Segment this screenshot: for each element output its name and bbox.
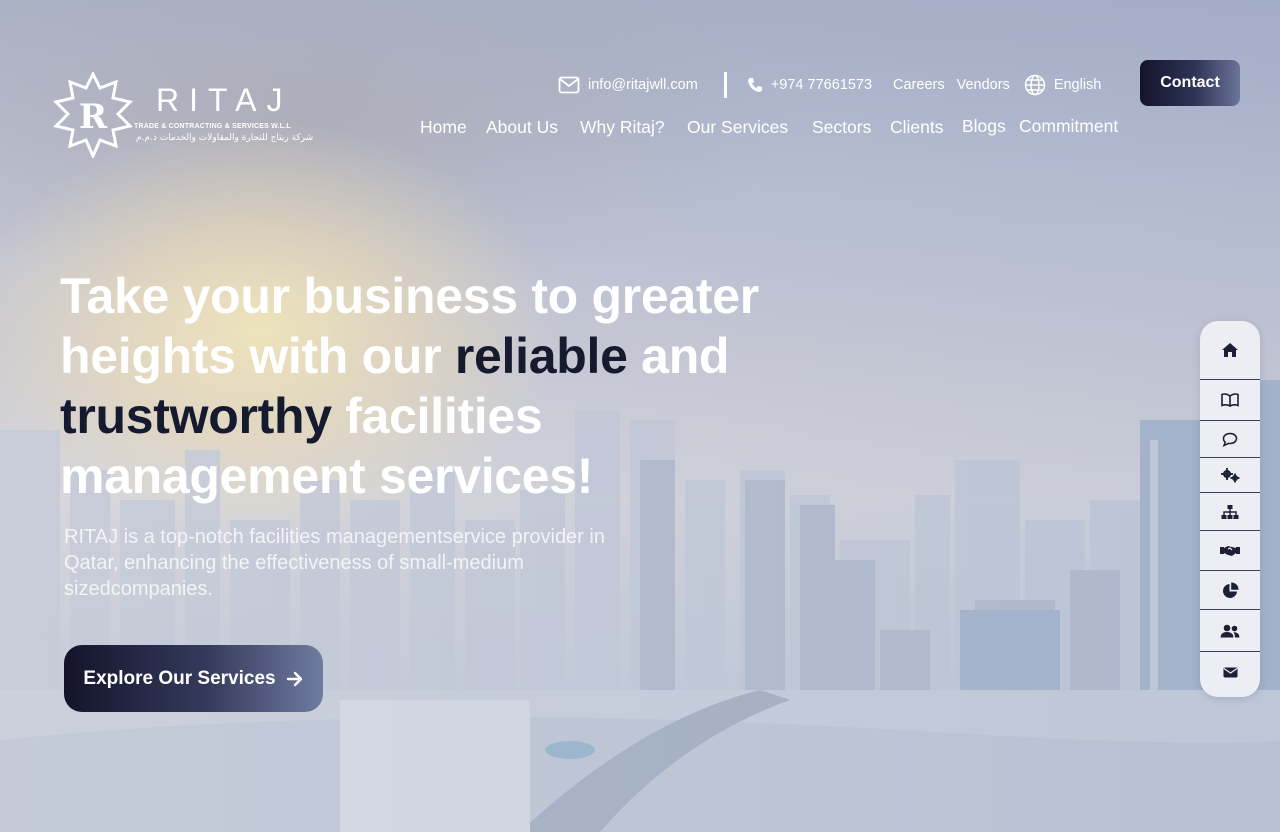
logo-wordmark: RITAJ [156, 82, 293, 118]
hero-line-1: Take your business to greater [60, 268, 759, 324]
explore-services-label: Explore Our Services [83, 667, 276, 689]
quick-nav-rail [1200, 321, 1260, 697]
contact-button[interactable]: Contact [1140, 60, 1240, 106]
email-text: info@ritajwll.com [588, 77, 698, 93]
nav-our-services[interactable]: Our Services [687, 117, 788, 138]
hero-line-2c: and [627, 328, 730, 384]
envelope-icon [1223, 667, 1237, 677]
topbar-divider [723, 72, 727, 98]
hero-highlight-trustworthy: trustworthy [60, 388, 332, 444]
logo-tagline-arabic: شركة ريتاج للتجارة والمقاولات والخدمات ذ… [136, 133, 314, 143]
ritaj-logo[interactable]: R RITAJ TRADE & CONTRACTING & SERVICES W… [50, 72, 330, 158]
nav-why-ritaj[interactable]: Why Ritaj? [580, 117, 665, 138]
rail-blogs-button[interactable] [1200, 571, 1260, 609]
rail-services-button[interactable] [1200, 458, 1260, 492]
rail-sectors-button[interactable] [1200, 493, 1260, 530]
top-contact-bar: info@ritajwll.com +974 77661573 Careers … [558, 70, 1101, 100]
phone-link[interactable]: +974 77661573 [747, 77, 872, 93]
book-icon [1221, 393, 1239, 407]
nav-clients[interactable]: Clients [890, 117, 944, 138]
chat-icon [1222, 432, 1238, 447]
hero-line-2a: heights with our [60, 328, 455, 384]
arrow-right-icon [286, 671, 302, 686]
globe-icon [1024, 74, 1046, 96]
nav-commitment[interactable]: Commitment [1019, 116, 1118, 137]
sitemap-icon [1221, 504, 1239, 519]
pie-chart-icon [1222, 581, 1239, 598]
nav-sectors[interactable]: Sectors [812, 117, 871, 138]
rail-why-button[interactable] [1200, 421, 1260, 457]
gears-icon [1221, 468, 1240, 483]
hero-highlight-reliable: reliable [454, 328, 628, 384]
logo-emblem-icon: R [53, 72, 133, 158]
vendors-link[interactable]: Vendors [957, 77, 1010, 93]
hero-description: RITAJ is a top-notch facilities manageme… [64, 526, 605, 600]
hero-line-4: management services! [60, 448, 594, 504]
language-label: English [1053, 77, 1102, 93]
phone-icon [747, 78, 762, 92]
rail-about-button[interactable] [1200, 380, 1260, 420]
rail-clients-button[interactable] [1200, 531, 1260, 570]
nav-home[interactable]: Home [420, 117, 467, 138]
handshake-icon [1220, 545, 1240, 556]
hero-heading: Take your business to greater heights wi… [60, 266, 780, 506]
svg-text:R: R [79, 97, 108, 137]
careers-link[interactable]: Careers [893, 77, 945, 93]
envelope-icon [558, 76, 580, 94]
home-icon [1222, 343, 1238, 357]
phone-text: +974 77661573 [770, 77, 873, 93]
language-selector[interactable]: English [1024, 74, 1102, 96]
nav-about[interactable]: About Us [486, 117, 558, 138]
email-link[interactable]: info@ritajwll.com [558, 76, 698, 94]
logo-tagline: TRADE & CONTRACTING & SERVICES W.L.L [134, 123, 291, 130]
rail-team-button[interactable] [1200, 610, 1260, 651]
users-icon [1220, 624, 1240, 637]
rail-home-button[interactable] [1200, 321, 1260, 379]
rail-contact-button[interactable] [1200, 652, 1260, 692]
nav-blogs[interactable]: Blogs [962, 116, 1006, 137]
hero-line-3b: facilities [331, 388, 543, 444]
explore-services-button[interactable]: Explore Our Services [64, 645, 323, 712]
